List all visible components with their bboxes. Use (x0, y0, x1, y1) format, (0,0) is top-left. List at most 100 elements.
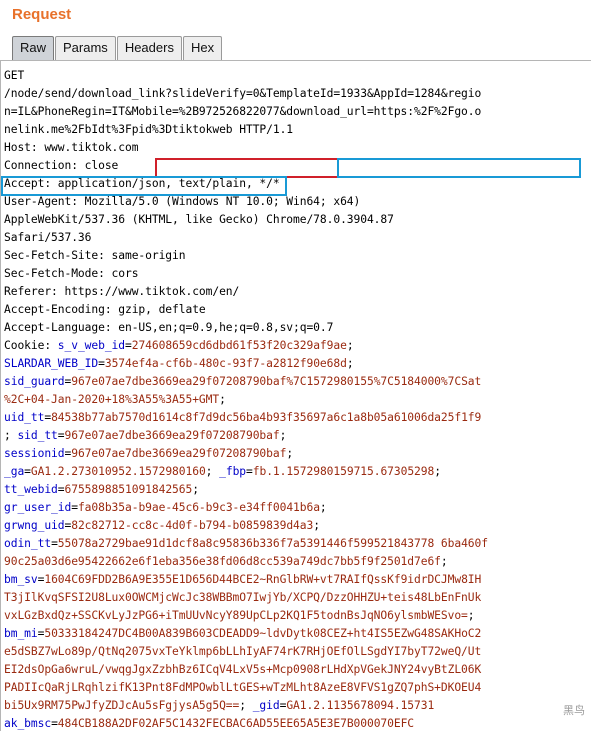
request-text-segment: ; (346, 357, 354, 370)
request-text-segment: = (57, 483, 65, 496)
request-text-segment: T3jIlKvqSFSI2U8Lux0OWCMjcWcJc38WBBmO7Iwj… (4, 591, 482, 604)
request-text-segment: PADIIcQaRjLRqhlzifK13Pnt8FdMPOwblLtGES+w… (4, 681, 482, 694)
request-text-segment: 967e07ae7dbe3669ea29f07208790baf (64, 429, 280, 442)
request-line: _ga=GA1.2.273010952.1572980160; _fbp=fb.… (4, 463, 588, 481)
request-text-segment: 55078a2729bae91d1dcf8a8c95836b336f7a5391… (57, 537, 488, 550)
request-line: Sec-Fetch-Mode: cors (4, 265, 588, 283)
tab-params[interactable]: Params (55, 36, 116, 60)
request-line: %2C+04-Jan-2020+18%3A55%3A55+GMT; (4, 391, 588, 409)
request-text-segment: Sec-Fetch-Site: same-origin (4, 249, 186, 262)
request-text-segment: 1604C69FDD2B6A9E355E1D656D44BCE2~RnGlbRW… (44, 573, 482, 586)
request-text-segment: Accept-Language: en-US,en;q=0.9,he;q=0.8… (4, 321, 334, 334)
request-text-segment: ; (239, 699, 253, 712)
request-text-segment: = (51, 717, 58, 730)
request-text-segment: ; (440, 555, 448, 568)
request-text-segment: AppleWebKit/537.36 (KHTML, like Gecko) C… (4, 213, 394, 226)
request-text-segment: 6755898851091842565 (64, 483, 193, 496)
request-line: gr_user_id=fa08b35a-b9ae-45c6-b9c3-e34ff… (4, 499, 588, 517)
request-text-segment: sessionid (4, 447, 65, 460)
request-text-segment: = (57, 429, 65, 442)
request-text-segment: = (98, 357, 105, 370)
tab-headers[interactable]: Headers (116, 36, 182, 60)
request-text-segment: SLARDAR_WEB_ID (4, 357, 99, 370)
request-line: T3jIlKvqSFSI2U8Lux0OWCMjcWcJc38WBBmO7Iwj… (4, 589, 588, 607)
request-line: sessionid=967e07ae7dbe3669ea29f07208790b… (4, 445, 588, 463)
request-line: GET (4, 67, 588, 85)
request-text-segment: Connection: close (4, 159, 119, 172)
request-text-segment: Safari/537.36 (4, 231, 92, 244)
request-text-segment: ; (434, 465, 441, 478)
request-text-segment: 484CB188A2DF02AF5C1432FECBAC6AD55EE65A5E… (57, 717, 415, 730)
request-line: e5dSBZ7wLo89p/QtNq2075vxTeYklmp6bLLhIyAF… (4, 643, 588, 661)
request-line: Safari/537.36 (4, 229, 588, 247)
tab-raw[interactable]: Raw (12, 36, 55, 60)
request-line: EI2dsOpGa6wruL/vwqgJgxZzbhBz6ICqV4LxV5s+… (4, 661, 588, 679)
request-line: vxLGzBxdQz+SSCKvLyJzPG6+iTmUUvNcyY89UpCL… (4, 607, 588, 625)
request-line: SLARDAR_WEB_ID=3574ef4a-cf6b-480c-93f7-a… (4, 355, 588, 373)
request-line: Referer: https://www.tiktok.com/en/ (4, 283, 588, 301)
request-text-segment: vxLGzBxdQz+SSCKvLyJzPG6+iTmUUvNcyY89UpCL… (4, 609, 468, 622)
request-text-segment: GA1.2.273010952.1572980160 (30, 465, 206, 478)
request-text-segment: Cookie: (4, 339, 58, 352)
request-text-segment: 967e07ae7dbe3669ea29f07208790baf%7C15729… (71, 375, 482, 388)
request-text-segment: = (125, 339, 132, 352)
request-text-segment: e5dSBZ7wLo89p/QtNq2075vxTeYklmp6bLLhIyAF… (4, 645, 482, 658)
request-text-segment: tt_webid (4, 483, 58, 496)
request-text-segment: _fbp (219, 465, 247, 478)
request-text-segment: n=IL&PhoneRegin=IT&Mobile=%2B97252682207… (4, 105, 482, 118)
request-line: nelink.me%2FbIdt%3Fpid%3Dtiktokweb HTTP/… (4, 121, 588, 139)
request-text-segment: gr_user_id (4, 501, 72, 514)
view-tabs: Raw Params Headers Hex (12, 36, 223, 60)
request-text-segment: _ga (4, 465, 25, 478)
request-text-segment: = (246, 465, 253, 478)
request-line: /node/send/download_link?slideVerify=0&T… (4, 85, 588, 103)
request-text-segment: 3574ef4a-cf6b-480c-93f7-a2812f90e68d (104, 357, 347, 370)
request-line: 90c25a03d6e95422662e6f1eba356e38fd06d8cc… (4, 553, 588, 571)
download-url-highlight-end (1, 176, 287, 196)
request-text-segment: _gid (252, 699, 280, 712)
request-text-segment: bm_sv (4, 573, 38, 586)
request-text-segment: fb.1.1572980159715.67305298 (252, 465, 435, 478)
request-text-segment: 82c82712-cc8c-4d0f-b794-b0859839d4a3 (71, 519, 314, 532)
mobile-param-highlight (155, 158, 339, 178)
request-title: Request (12, 6, 72, 23)
request-text-segment: sid_guard (4, 375, 65, 388)
request-line: grwng_uid=82c82712-cc8c-4d0f-b794-b08598… (4, 517, 588, 535)
request-text-segment: ak_bmsc (4, 717, 52, 730)
request-text-segment: 967e07ae7dbe3669ea29f07208790baf (71, 447, 287, 460)
tab-hex[interactable]: Hex (182, 36, 223, 60)
request-text-segment: Accept-Encoding: gzip, deflate (4, 303, 206, 316)
request-line: Sec-Fetch-Site: same-origin (4, 247, 588, 265)
request-line: Host: www.tiktok.com (4, 139, 588, 157)
request-text-segment: ; (467, 609, 475, 622)
request-text-segment: 50333184247DC4B00A839B603CDEADD9~ldvDytk… (44, 627, 482, 640)
request-text-segment: Host: www.tiktok.com (4, 141, 139, 154)
request-line: Cookie: s_v_web_id=274608659cd6dbd61f53f… (4, 337, 588, 355)
request-text-segment: sid_tt (17, 429, 58, 442)
request-text-segment: ; (313, 519, 320, 532)
raw-request-editor[interactable]: ak_bmsc=484CB188A2DF02AF5C1432FECBAC6AD5… (0, 60, 591, 731)
request-text-segment: = (71, 501, 78, 514)
request-text-segment: ; (319, 501, 327, 514)
request-text-segment: ; (346, 339, 354, 352)
request-line: tt_webid=6755898851091842565; (4, 481, 588, 499)
request-text-segment: = (51, 537, 58, 550)
request-text-segment: User-Agent: Mozilla/5.0 (Windows NT 10.0… (4, 195, 361, 208)
request-text-segment: 274608659cd6dbd61f53f20c329af9ae (131, 339, 347, 352)
request-line: bm_mi=50333184247DC4B00A839B603CDEADD9~l… (4, 625, 588, 643)
request-line: ; sid_tt=967e07ae7dbe3669ea29f07208790ba… (4, 427, 588, 445)
request-line: AppleWebKit/537.36 (KHTML, like Gecko) C… (4, 211, 588, 229)
request-text-segment: uid_tt (4, 411, 45, 424)
watermark: 黑鸟 (563, 705, 585, 717)
request-text-segment: %2C+04-Jan-2020+18%3A55%3A55+GMT (4, 393, 220, 406)
request-text-segment: ; (279, 429, 287, 442)
request-text-segment: bi5Ux9RM75PwJfyZDJcAu5sFgjysA5g5Q== (4, 699, 240, 712)
request-text-segment: bm_mi (4, 627, 38, 640)
request-line: bi5Ux9RM75PwJfyZDJcAu5sFgjysA5g5Q==; _gi… (4, 697, 588, 715)
request-text-segment: ; (192, 483, 199, 496)
request-line: PADIIcQaRjLRqhlzifK13Pnt8FdMPOwblLtGES+w… (4, 679, 588, 697)
request-text-segment: 84538b77ab7570d1614c8f7d9dc56ba4b93f3569… (51, 411, 482, 424)
download-url-highlight-start (337, 158, 581, 178)
request-line: bm_sv=1604C69FDD2B6A9E355E1D656D44BCE2~R… (4, 571, 588, 589)
request-text-segment: ; (219, 393, 226, 406)
